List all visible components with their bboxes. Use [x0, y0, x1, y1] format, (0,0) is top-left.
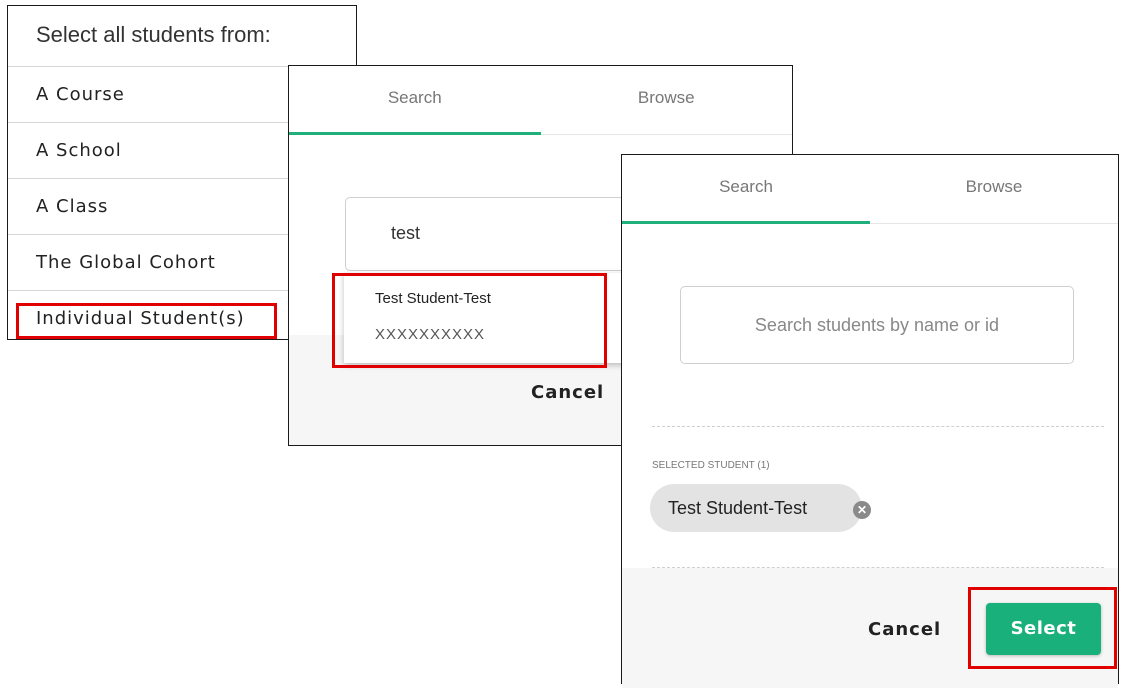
- cancel-button[interactable]: Cancel: [531, 382, 604, 403]
- highlight-box-select-button: [968, 587, 1117, 669]
- tab-bar: Search Browse: [622, 155, 1118, 224]
- chip-label: Test Student-Test: [668, 498, 808, 518]
- tab-browse[interactable]: Browse: [870, 155, 1118, 223]
- active-tab-indicator: [289, 132, 541, 135]
- search-input[interactable]: Search students by name or id: [680, 286, 1074, 364]
- search-input-value: test: [391, 223, 421, 243]
- selected-student-chip: Test Student-Test ✕: [650, 484, 871, 532]
- divider: [652, 426, 1104, 427]
- tab-bar: Search Browse: [289, 66, 792, 135]
- search-placeholder: Search students by name or id: [754, 315, 1000, 335]
- search-input[interactable]: test: [345, 197, 645, 271]
- tab-search[interactable]: Search: [622, 155, 870, 223]
- tab-search[interactable]: Search: [289, 66, 541, 134]
- panel-title: Select all students from:: [8, 6, 356, 67]
- highlight-box-search-result: [332, 273, 607, 368]
- active-tab-indicator: [622, 221, 870, 224]
- selected-students-header: SELECTED STUDENT (1): [652, 460, 770, 471]
- tab-browse[interactable]: Browse: [541, 66, 793, 134]
- cancel-button[interactable]: Cancel: [868, 619, 941, 640]
- highlight-box-individual-students: [16, 303, 277, 339]
- close-circle-icon[interactable]: ✕: [853, 501, 871, 519]
